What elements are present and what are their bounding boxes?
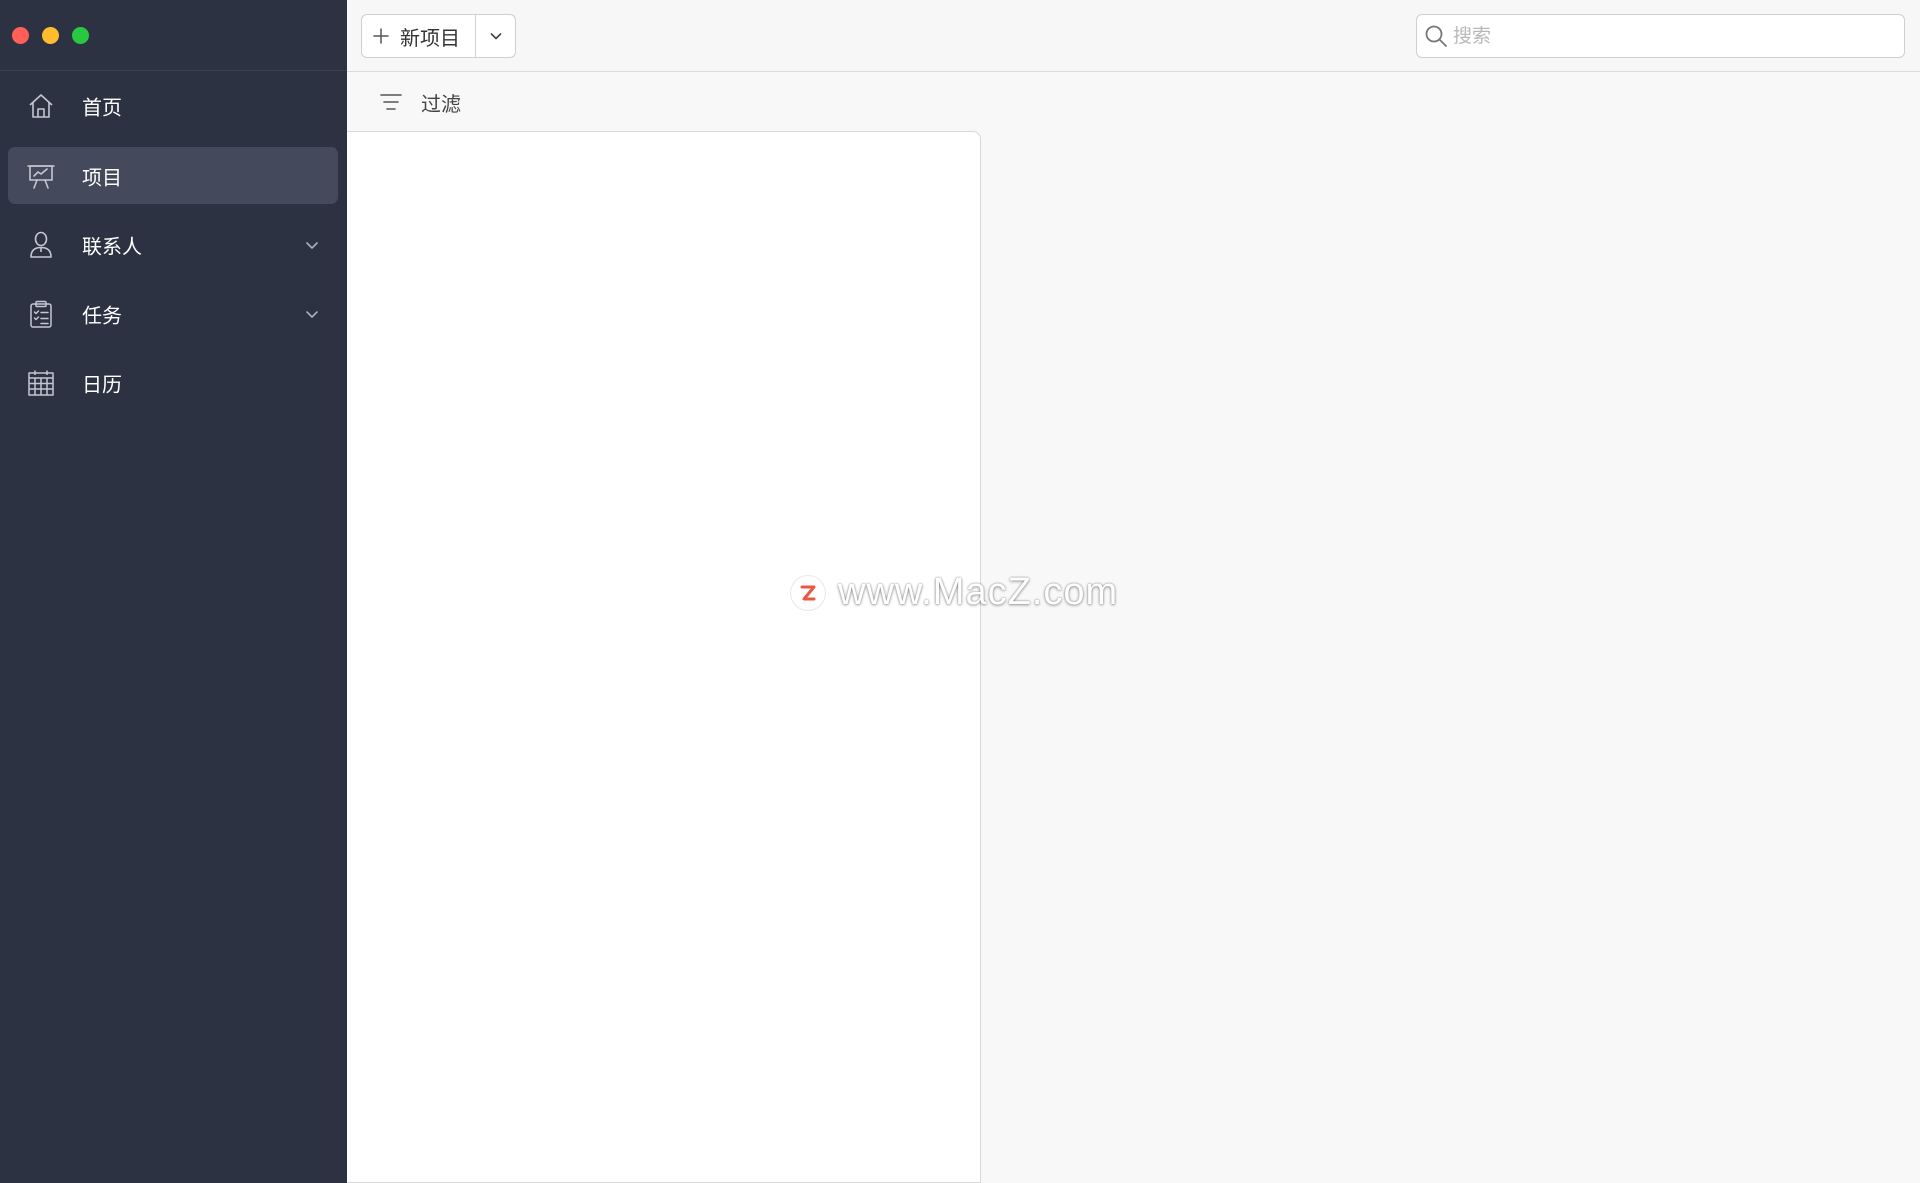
new-project-dropdown-button[interactable] xyxy=(476,15,515,57)
chevron-down-icon xyxy=(489,29,503,43)
chevron-down-icon[interactable] xyxy=(304,237,320,253)
sidebar-item-label: 联系人 xyxy=(82,234,142,258)
sidebar-item-tasks[interactable]: 任务 xyxy=(8,285,338,342)
clipboard-checklist-icon xyxy=(26,299,56,329)
minimize-window-button[interactable] xyxy=(42,27,59,44)
sidebar-item-label: 首页 xyxy=(82,95,122,119)
sidebar-divider xyxy=(0,70,347,71)
search-field[interactable] xyxy=(1416,14,1905,58)
sidebar-item-home[interactable]: 首页 xyxy=(8,77,338,134)
macz-logo-icon xyxy=(790,574,826,611)
zoom-window-button[interactable] xyxy=(72,27,89,44)
project-list-panel[interactable] xyxy=(347,131,981,1183)
sidebar-item-projects[interactable]: 项目 xyxy=(8,147,338,204)
toolbar: 新项目 xyxy=(347,0,1920,72)
new-project-button[interactable]: 新项目 xyxy=(362,15,476,57)
sidebar-item-label: 日历 xyxy=(82,372,122,396)
window-controls xyxy=(12,27,89,44)
sidebar: 首页 项目 联系人 任务 日历 xyxy=(0,0,347,1183)
presentation-board-icon xyxy=(26,161,56,191)
calendar-grid-icon xyxy=(26,368,56,398)
sidebar-item-contacts[interactable]: 联系人 xyxy=(8,216,338,273)
person-icon xyxy=(26,230,56,260)
chevron-down-icon[interactable] xyxy=(304,306,320,322)
watermark-text: www.MacZ.com xyxy=(838,571,1119,613)
plus-icon xyxy=(372,27,390,45)
new-project-label: 新项目 xyxy=(400,25,460,50)
search-icon xyxy=(1423,23,1449,49)
filter-lines-icon xyxy=(379,90,403,114)
filter-label: 过滤 xyxy=(421,91,461,116)
home-icon xyxy=(26,91,56,121)
filter-button[interactable]: 过滤 xyxy=(379,88,461,116)
new-project-split-button: 新项目 xyxy=(361,14,516,58)
sidebar-item-calendar[interactable]: 日历 xyxy=(8,354,338,411)
search-input[interactable] xyxy=(1453,25,1893,47)
close-window-button[interactable] xyxy=(12,27,29,44)
sidebar-item-label: 项目 xyxy=(82,165,122,189)
sidebar-item-label: 任务 xyxy=(82,303,122,327)
watermark: www.MacZ.com xyxy=(790,571,1118,614)
app-window: 首页 项目 联系人 任务 日历 新项目 搜索 过滤 www.MacZ.com xyxy=(0,0,1920,1183)
